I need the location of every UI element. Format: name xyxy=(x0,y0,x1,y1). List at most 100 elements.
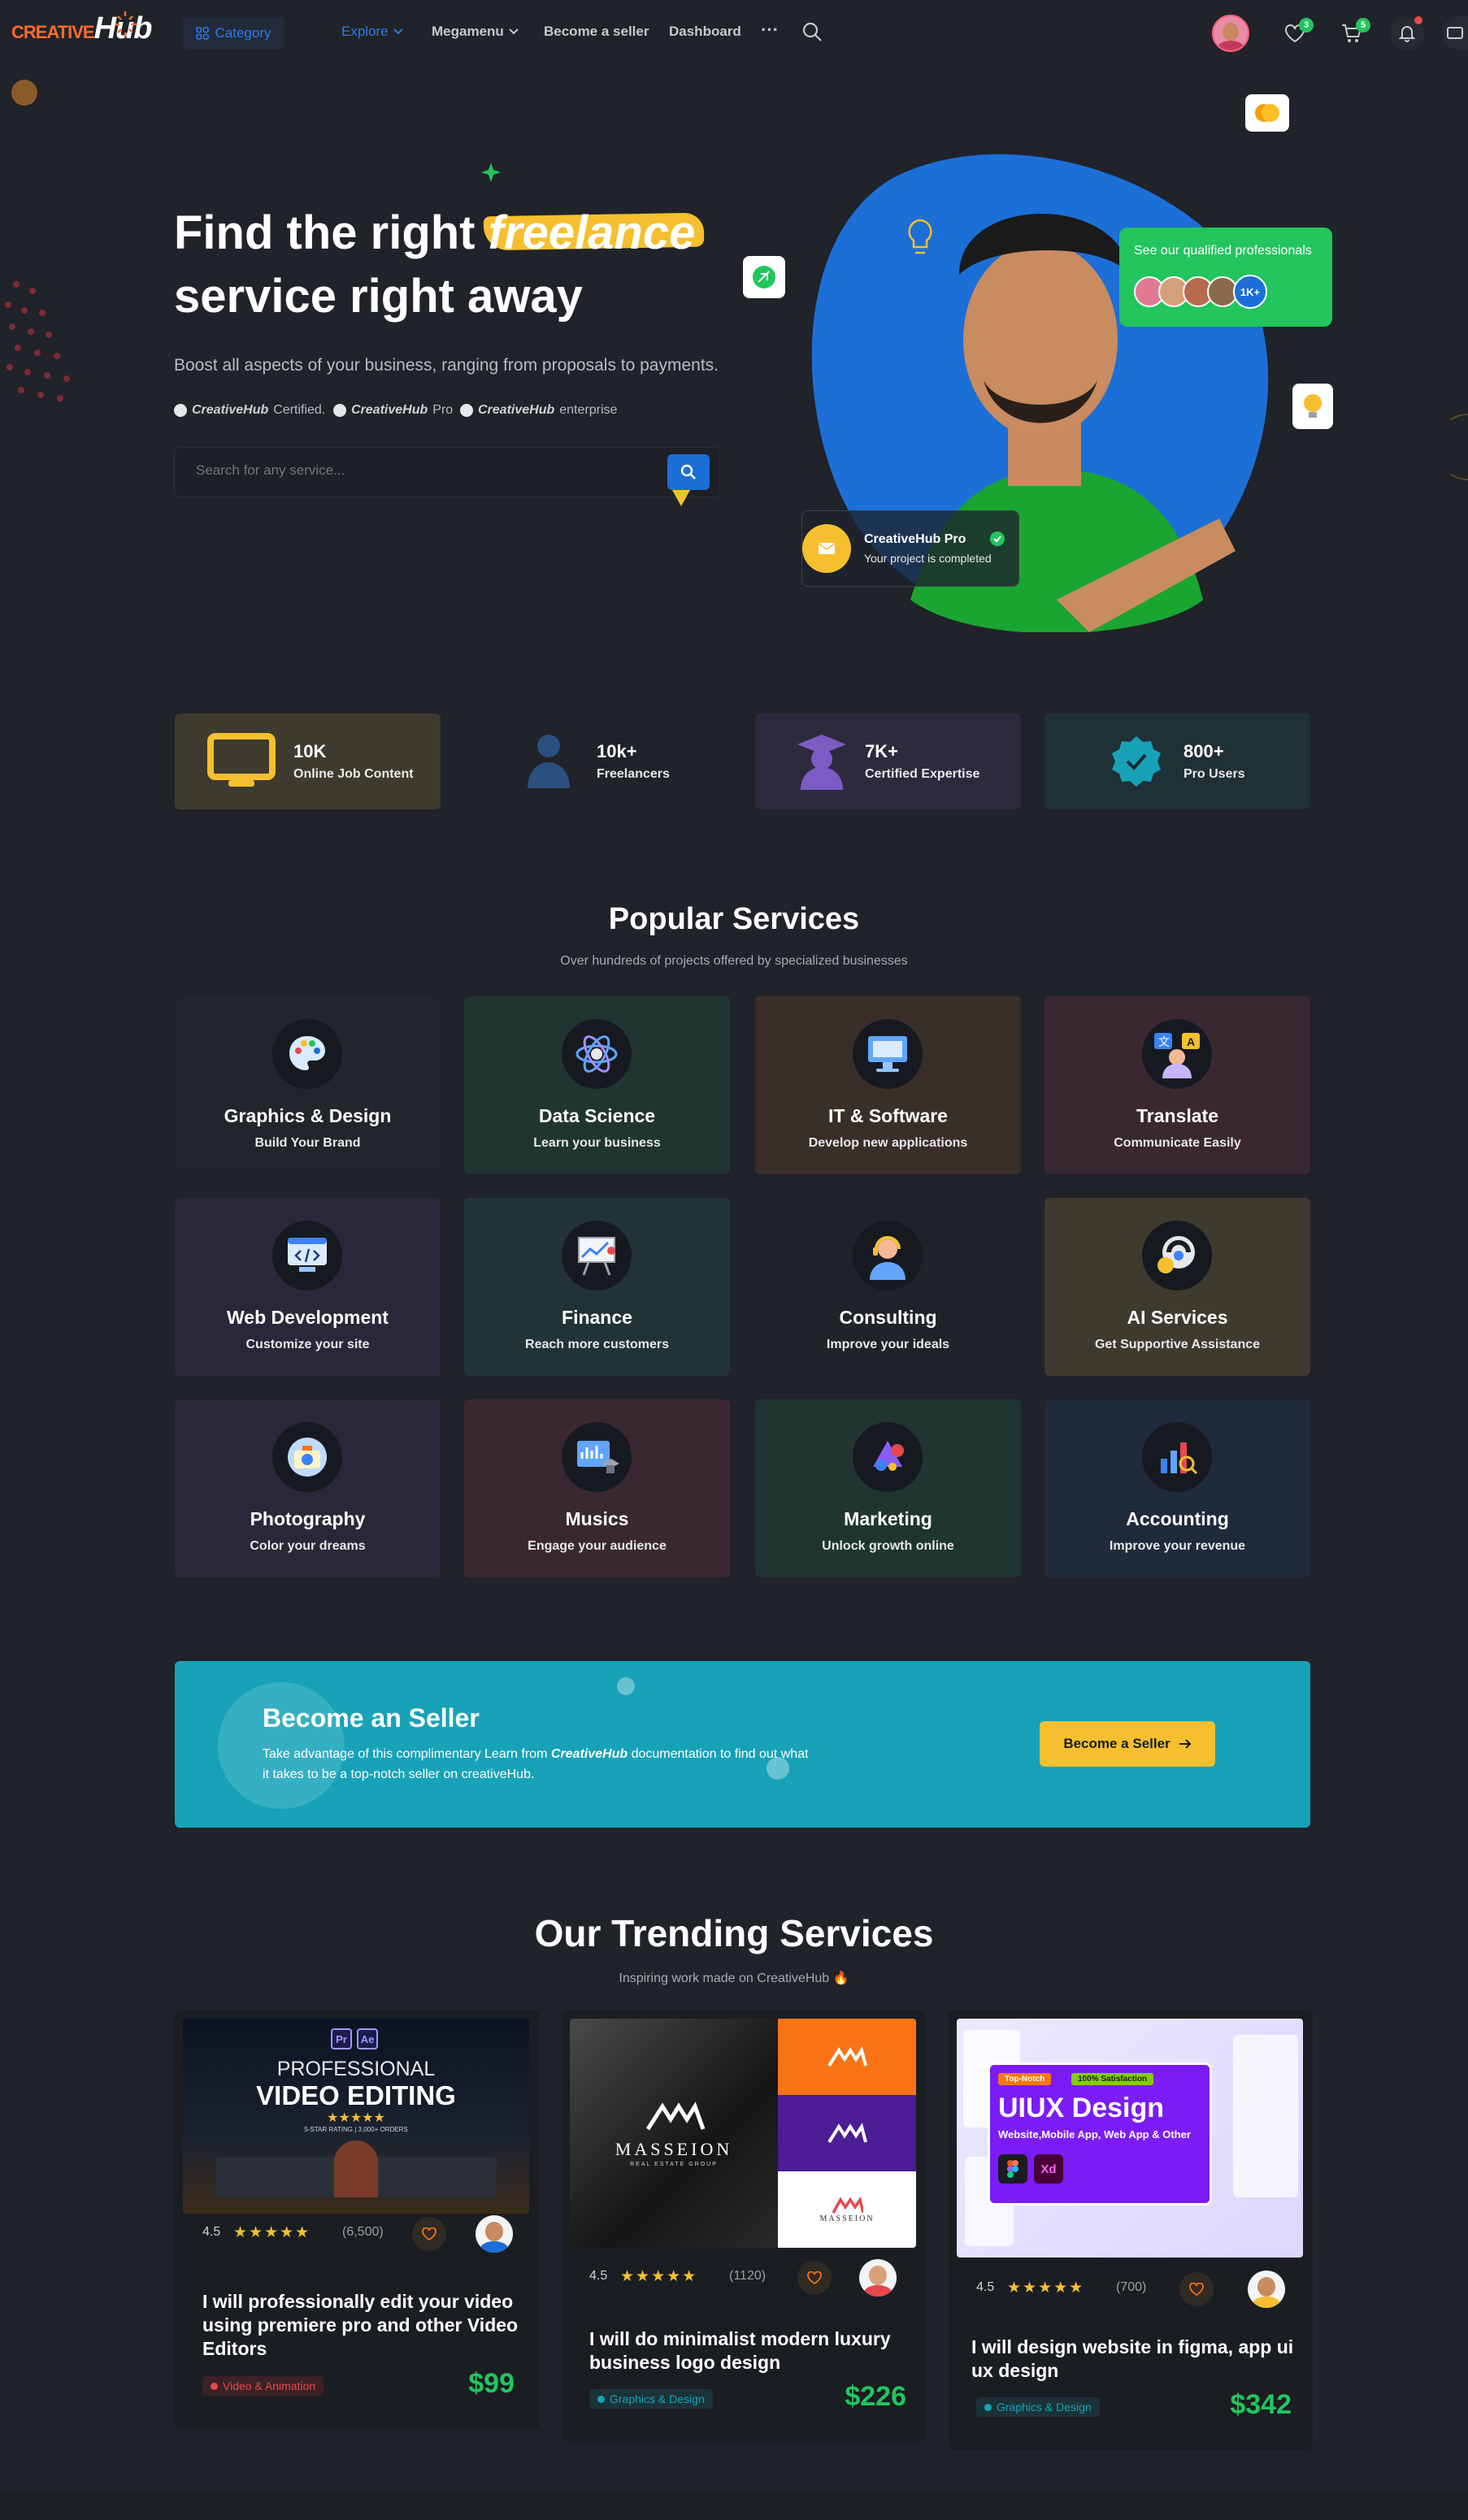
service-title: Consulting xyxy=(839,1307,937,1328)
lightbulb-icon xyxy=(1304,394,1322,418)
nav-megamenu[interactable]: Megamenu xyxy=(432,24,519,40)
favorite-button[interactable] xyxy=(412,2217,446,2251)
service-title: Web Development xyxy=(227,1307,389,1328)
computer-icon xyxy=(853,1019,923,1089)
cart-button[interactable]: 5 xyxy=(1335,16,1370,50)
avatar[interactable] xyxy=(1212,15,1249,52)
category-tag[interactable]: Video & Animation xyxy=(202,2376,324,2396)
service-card[interactable]: Top-Notch 100% Satisfaction UIUX Design … xyxy=(949,2010,1313,2449)
become-seller-banner: Become an Seller Take advantage of this … xyxy=(175,1661,1310,1828)
logo[interactable]: CREATIVEHub xyxy=(11,11,152,46)
search-icon[interactable] xyxy=(801,21,823,42)
decor-arc xyxy=(1450,414,1468,480)
category-tag[interactable]: Graphics & Design xyxy=(976,2397,1100,2417)
navbar: CREATIVEHub Category Explore Megamenu Be… xyxy=(0,0,1468,65)
camera-icon xyxy=(272,1422,342,1492)
service-category-card[interactable]: Accounting Improve your revenue xyxy=(1045,1399,1310,1577)
svg-text:A: A xyxy=(1187,1035,1195,1048)
stat-freelancers: 10k+ Freelancers xyxy=(464,713,730,809)
tag-dot xyxy=(984,2403,992,2411)
category-tag[interactable]: Graphics & Design xyxy=(589,2389,713,2409)
badge-icon xyxy=(460,404,473,417)
hero-subtitle: Boost all aspects of your business, rang… xyxy=(174,356,719,375)
thumb-stars: ★★★★★ xyxy=(327,2111,385,2125)
palette-icon xyxy=(272,1019,342,1089)
card-thumbnail[interactable]: MASSEION REAL ESTATE GROUP MASSEION xyxy=(570,2019,916,2248)
service-subtitle: Communicate Easily xyxy=(1114,1136,1241,1150)
thumb-mock-screen xyxy=(1233,2035,1298,2197)
logo-variant-orange xyxy=(778,2019,916,2095)
headset-icon xyxy=(853,1221,923,1290)
service-category-card[interactable]: 文 A Translate Communicate Easily xyxy=(1045,996,1310,1174)
service-card[interactable]: Pr Ae PROFESSIONAL VIDEO EDITING ★★★★★ 5… xyxy=(175,2010,539,2429)
thumb-banner: Top-Notch 100% Satisfaction UIUX Design … xyxy=(988,2062,1212,2206)
mail-icon xyxy=(1447,27,1463,39)
trending-subtitle: Inspiring work made on CreativeHub 🔥 xyxy=(619,1971,849,1985)
service-category-card[interactable]: AI Services Get Supportive Assistance xyxy=(1045,1198,1310,1376)
seller-avatar[interactable] xyxy=(476,2215,513,2253)
service-category-card[interactable]: IT & Software Develop new applications xyxy=(755,996,1021,1174)
card-price: $226 xyxy=(845,2381,906,2412)
grid-icon xyxy=(195,27,209,40)
nav-explore[interactable]: Explore xyxy=(341,24,403,40)
accounting-icon xyxy=(1142,1422,1212,1492)
seller-text: Take advantage of this complimentary Lea… xyxy=(263,1747,809,1781)
service-category-card[interactable]: Data Science Learn your business xyxy=(464,996,730,1174)
coins-icon xyxy=(1255,104,1279,122)
translate-icon: 文A xyxy=(1142,1019,1212,1089)
notifications-button[interactable] xyxy=(1390,16,1424,50)
card-title[interactable]: I will do minimalist modern luxury busin… xyxy=(589,2327,906,2375)
service-subtitle: Learn your business xyxy=(533,1136,661,1150)
music-icon xyxy=(562,1422,632,1492)
messages-button[interactable] xyxy=(1442,16,1468,50)
ai-helmet-icon xyxy=(1142,1221,1212,1290)
favorite-button[interactable] xyxy=(1179,2272,1214,2306)
service-card[interactable]: MASSEION REAL ESTATE GROUP MASSEION 4.5 … xyxy=(562,2010,926,2441)
search-button[interactable] xyxy=(667,454,710,490)
card-thumbnail[interactable]: Top-Notch 100% Satisfaction UIUX Design … xyxy=(957,2019,1303,2258)
category-button[interactable]: Category xyxy=(182,17,284,50)
service-title: Graphics & Design xyxy=(224,1105,392,1126)
nav-become-seller[interactable]: Become a seller xyxy=(544,24,649,40)
service-category-card[interactable]: Graphics & Design Build Your Brand xyxy=(175,996,441,1174)
service-title: Photography xyxy=(250,1508,366,1529)
nav-dashboard[interactable]: Dashboard xyxy=(669,24,741,40)
service-category-card[interactable]: Consulting Improve your ideals xyxy=(755,1198,1021,1376)
service-subtitle: Reach more customers xyxy=(525,1338,669,1351)
seller-avatar[interactable] xyxy=(859,2259,897,2297)
service-category-card[interactable]: Web Development Customize your site xyxy=(175,1198,441,1376)
monitor-icon xyxy=(207,733,276,787)
search-input[interactable] xyxy=(196,462,651,479)
graduate-icon xyxy=(797,735,846,790)
card-title[interactable]: I will professionally edit your video us… xyxy=(202,2290,519,2361)
heart-icon xyxy=(422,2227,436,2240)
seller-avatar[interactable] xyxy=(1248,2271,1285,2308)
service-category-card[interactable]: Marketing Unlock growth online xyxy=(755,1399,1021,1577)
cert-enterprise: CreativeHub enterprise xyxy=(460,403,617,418)
become-seller-button[interactable]: Become a Seller xyxy=(1040,1721,1215,1767)
rating-stars: ★★★★★ xyxy=(620,2268,698,2285)
service-title: Translate xyxy=(1136,1105,1218,1126)
decor-circle xyxy=(617,1677,635,1695)
service-category-card[interactable]: Musics Engage your audience xyxy=(464,1399,730,1577)
card-price: $99 xyxy=(468,2368,515,2399)
service-title: Musics xyxy=(565,1508,629,1529)
service-title: Data Science xyxy=(538,1105,656,1126)
favorite-button[interactable] xyxy=(797,2261,832,2295)
more-icon[interactable]: ··· xyxy=(761,20,779,41)
qualified-card[interactable]: See our qualified professionals 1K+ xyxy=(1119,228,1332,327)
service-subtitle: Build Your Brand xyxy=(254,1136,361,1150)
card-title[interactable]: I will design website in figma, app ui u… xyxy=(971,2336,1296,2383)
heart-icon xyxy=(807,2271,822,2284)
seller-title: Become an Seller xyxy=(263,1703,480,1733)
hero-search xyxy=(174,447,720,506)
verified-icon xyxy=(990,531,1005,546)
service-category-card[interactable]: Photography Color your dreams xyxy=(175,1399,441,1577)
figma-icon xyxy=(998,2154,1027,2184)
service-category-card[interactable]: Finance Reach more customers xyxy=(464,1198,730,1376)
card-thumbnail[interactable]: Pr Ae PROFESSIONAL VIDEO EDITING ★★★★★ 5… xyxy=(183,2019,529,2214)
popular-title: Popular Services xyxy=(608,902,860,936)
cert-certified: CreativeHub Certified. xyxy=(174,403,325,418)
wishlist-button[interactable]: 3 xyxy=(1278,16,1314,50)
thumb-building xyxy=(570,2019,778,2248)
